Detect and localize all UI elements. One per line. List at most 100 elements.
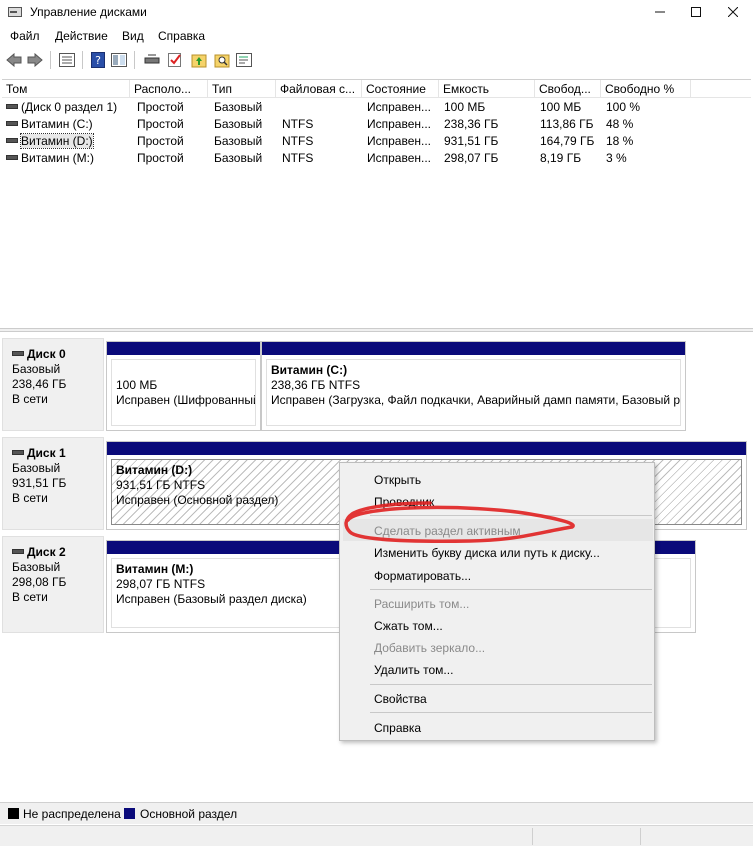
- partition-body: Витамин (C:) 238,36 ГБ NTFS Исправен (За…: [266, 359, 681, 426]
- column-header-status[interactable]: Состояние: [362, 80, 439, 98]
- menu-item-properties[interactable]: Свойства: [374, 692, 427, 706]
- search-folder-button[interactable]: [213, 51, 231, 69]
- legend-swatch-unallocated: [8, 808, 19, 819]
- menu-item-shrink-volume[interactable]: Сжать том...: [374, 619, 443, 633]
- toolbar: ?: [0, 48, 753, 74]
- column-header-layout[interactable]: Располо...: [130, 80, 208, 98]
- forward-button[interactable]: [26, 51, 44, 69]
- menu-action[interactable]: Действие: [55, 29, 108, 43]
- check-button[interactable]: [166, 51, 184, 69]
- disk-name: Диск 2: [27, 545, 66, 559]
- up-folder-icon: [191, 54, 207, 68]
- menu-item-explorer[interactable]: Проводник: [374, 495, 434, 509]
- close-icon: [728, 7, 738, 17]
- status-separator: [640, 828, 641, 845]
- back-button[interactable]: [5, 51, 23, 69]
- cell-volume: Витамин (M:): [6, 150, 130, 167]
- cell-layout: Простой: [137, 134, 184, 148]
- search-folder-icon: [214, 54, 230, 68]
- menu-help[interactable]: Справка: [158, 29, 205, 43]
- cell-status: Исправен...: [367, 117, 432, 131]
- cell-filesystem: NTFS: [282, 117, 314, 131]
- disk-size: 931,51 ГБ: [12, 476, 67, 490]
- legend-label-unallocated: Не распределена: [23, 807, 121, 821]
- connect-icon: [144, 54, 160, 64]
- table-row[interactable]: Витамин (M:) Простой Базовый NTFS Исправ…: [2, 150, 751, 167]
- disk-2-label[interactable]: Диск 2 Базовый 298,08 ГБ В сети: [2, 536, 104, 633]
- help-button[interactable]: ?: [89, 51, 107, 69]
- cell-capacity: 931,51 ГБ: [444, 134, 499, 148]
- menu-item-help[interactable]: Справка: [374, 721, 421, 735]
- partition-disk0-system[interactable]: 100 МБ Исправен (Шифрованный: [106, 341, 261, 431]
- cell-type: Базовый: [214, 134, 263, 148]
- list-view-icon: [59, 53, 75, 67]
- minimize-button[interactable]: [640, 0, 680, 24]
- menu-item-mark-active[interactable]: Сделать раздел активным: [374, 524, 521, 538]
- column-header-free-percent[interactable]: Свободно %: [601, 80, 691, 98]
- maximize-button[interactable]: [676, 0, 716, 24]
- partition-body: 100 МБ Исправен (Шифрованный: [111, 359, 256, 426]
- connect-button[interactable]: [143, 51, 161, 69]
- toolbar-separator: [50, 51, 51, 69]
- disk-icon: [12, 450, 24, 456]
- minimize-icon: [655, 11, 665, 13]
- cell-type: Базовый: [214, 117, 263, 131]
- menu-item-extend-volume[interactable]: Расширить том...: [374, 597, 469, 611]
- cell-free-percent: 3 %: [606, 151, 627, 165]
- close-button[interactable]: [713, 0, 753, 24]
- menu-view[interactable]: Вид: [122, 29, 144, 43]
- menu-file[interactable]: Файл: [10, 29, 40, 43]
- volume-icon: [6, 121, 18, 127]
- column-header-type[interactable]: Тип: [208, 80, 276, 98]
- cell-free-space: 8,19 ГБ: [540, 151, 582, 165]
- partition-bar: [107, 342, 260, 355]
- menu-item-open[interactable]: Открыть: [374, 473, 421, 487]
- panes-button[interactable]: [110, 51, 128, 69]
- column-header-volume[interactable]: Том: [2, 80, 130, 98]
- partition-c[interactable]: Витамин (C:) 238,36 ГБ NTFS Исправен (За…: [261, 341, 686, 431]
- properties-icon: [236, 53, 252, 67]
- menu-item-delete-volume[interactable]: Удалить том...: [374, 663, 453, 677]
- disk-name: Диск 1: [27, 446, 66, 460]
- cell-status: Исправен...: [367, 134, 432, 148]
- properties-button[interactable]: [235, 51, 253, 69]
- legend-bar: Не распределена Основной раздел: [0, 802, 753, 824]
- cell-layout: Простой: [137, 117, 184, 131]
- menu-item-add-mirror[interactable]: Добавить зеркало...: [374, 641, 485, 655]
- cell-free-space: 164,79 ГБ: [540, 134, 595, 148]
- legend-swatch-primary: [124, 808, 135, 819]
- column-header-free-space[interactable]: Свобод...: [535, 80, 601, 98]
- help-icon: ?: [91, 52, 105, 68]
- table-row[interactable]: Витамин (C:) Простой Базовый NTFS Исправ…: [2, 116, 751, 133]
- menu-bar: Файл Действие Вид Справка: [0, 26, 753, 46]
- volume-icon: [6, 138, 18, 144]
- menu-item-change-drive-letter[interactable]: Изменить букву диска или путь к диску...: [374, 546, 600, 560]
- up-folder-button[interactable]: [190, 51, 208, 69]
- cell-type: Базовый: [214, 100, 263, 114]
- disk-size: 298,08 ГБ: [12, 575, 67, 589]
- cell-free-space: 113,86 ГБ: [540, 117, 594, 131]
- disk-name: Диск 0: [27, 347, 66, 361]
- panes-icon: [111, 53, 127, 67]
- list-view-button[interactable]: [58, 51, 76, 69]
- menu-item-format[interactable]: Форматировать...: [374, 569, 471, 583]
- window-title: Управление дисками: [30, 5, 147, 19]
- svg-text:?: ?: [95, 54, 101, 67]
- disk-type: Базовый: [12, 560, 61, 574]
- table-row[interactable]: (Диск 0 раздел 1) Простой Базовый Исправ…: [2, 99, 751, 116]
- cell-type: Базовый: [214, 151, 263, 165]
- pane-splitter[interactable]: [0, 328, 753, 332]
- disk-type: Базовый: [12, 362, 61, 376]
- partition-bar: [107, 442, 746, 455]
- cell-capacity: 238,36 ГБ: [444, 117, 499, 131]
- disk-1-label[interactable]: Диск 1 Базовый 931,51 ГБ В сети: [2, 437, 104, 530]
- column-header-capacity[interactable]: Емкость: [439, 80, 535, 98]
- cell-status: Исправен...: [367, 100, 432, 114]
- disk-0-label[interactable]: Диск 0 Базовый 238,46 ГБ В сети: [2, 338, 104, 431]
- volume-list-header: Том Располо... Тип Файловая с... Состоян…: [2, 80, 751, 98]
- volume-list: Том Располо... Тип Файловая с... Состоян…: [2, 79, 751, 328]
- column-header-filesystem[interactable]: Файловая с...: [276, 80, 362, 98]
- cell-free-percent: 100 %: [606, 100, 641, 114]
- table-row[interactable]: Витамин (D:) Простой Базовый NTFS Исправ…: [2, 133, 751, 150]
- back-icon: [6, 53, 22, 67]
